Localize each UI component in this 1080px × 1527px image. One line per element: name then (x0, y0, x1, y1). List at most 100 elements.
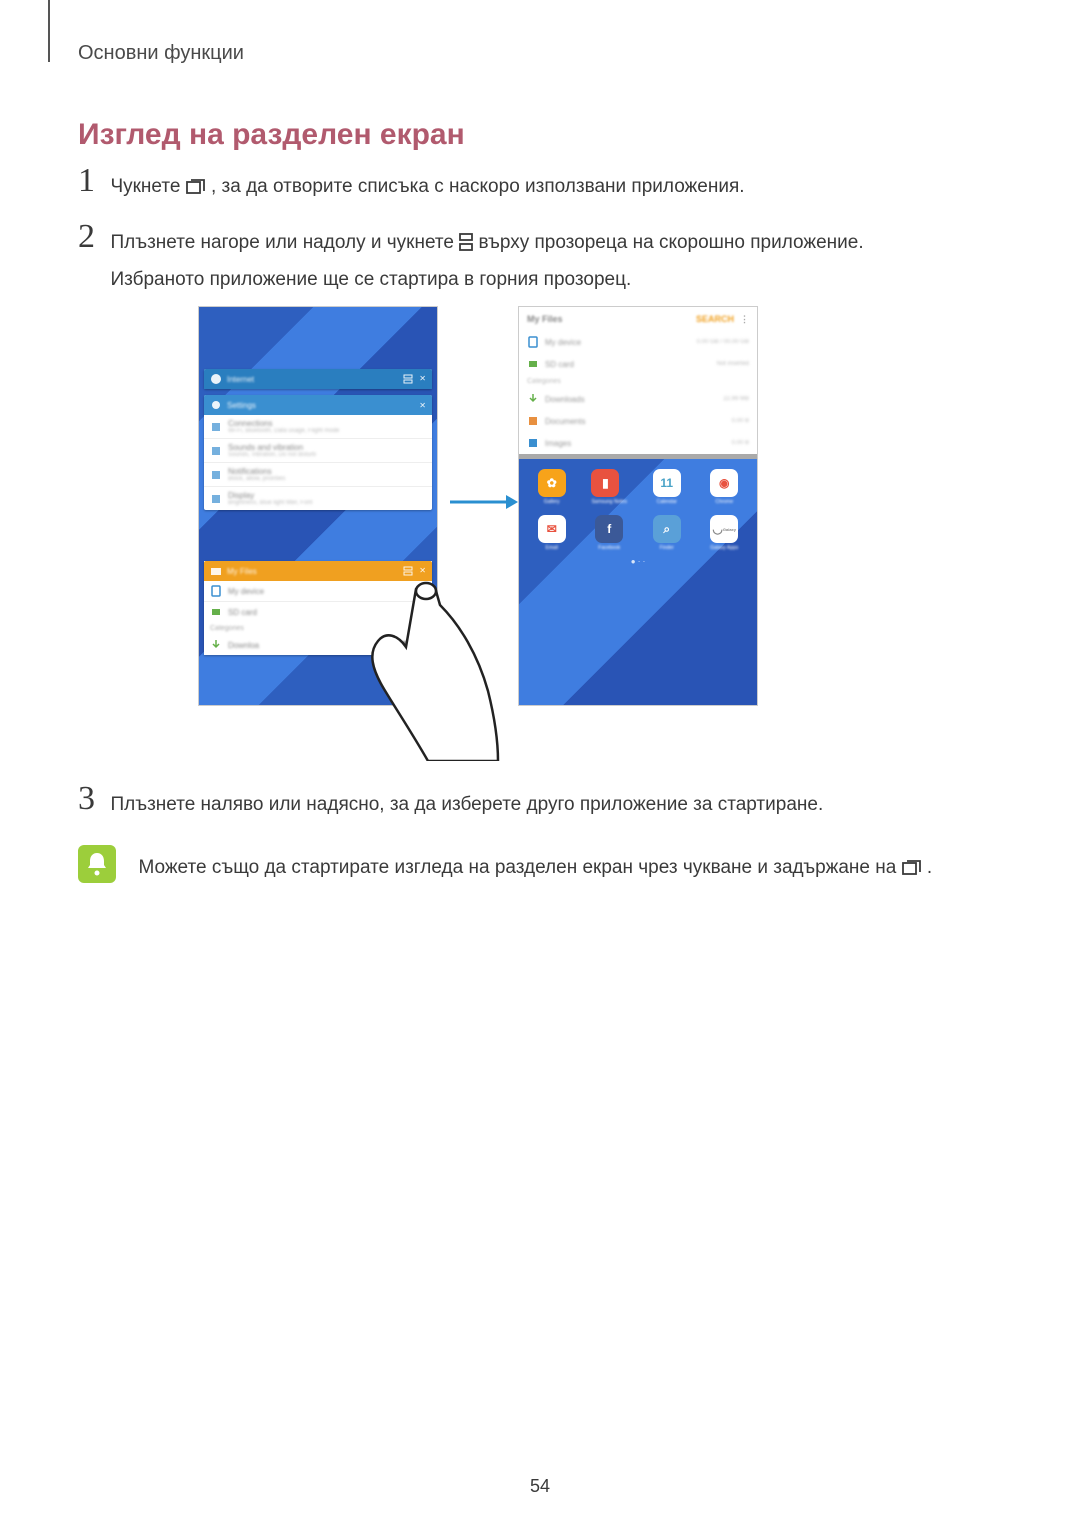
row-label: Downloa (228, 641, 259, 650)
row-title: Sounds and vibration (228, 443, 316, 452)
recent-card-settings: Settings ✕ Connections Wi-Fi, Bluetooth,… (204, 395, 432, 510)
app-title: My Files (527, 314, 563, 324)
note-bell-icon (78, 845, 116, 883)
row-detail: 22.99 MB (723, 396, 749, 402)
app-label: Galaxy Apps (710, 545, 738, 551)
recent-apps-icon (186, 173, 206, 207)
app-icon: fFacebook (595, 515, 623, 551)
storage-icon (527, 336, 539, 348)
app-icon: ◉Chrome (710, 469, 738, 505)
card-header: My Files ✕ (204, 561, 432, 581)
row-label: Images (545, 439, 571, 448)
text: . (927, 857, 932, 878)
text: , за да отворите списъка с наскоро изпол… (211, 176, 745, 197)
split-screen-icon (403, 566, 413, 576)
list-item: Documents 0.00 B (519, 410, 757, 432)
step-body: Плъзнете наляво или надясно, за да избер… (110, 788, 823, 822)
search-label: SEARCH (696, 314, 734, 324)
step-2: 2 Плъзнете нагоре или надолу и чукнете в… (78, 218, 864, 297)
myfiles-header: My Files SEARCH ⋮ (519, 307, 757, 331)
hand-pointer-illustration (358, 581, 518, 761)
step-3: 3 Плъзнете наляво или надясно, за да изб… (78, 780, 823, 822)
list-item: Images0.00 B (519, 432, 757, 454)
row-subtitle: Block, allow, priorities (228, 476, 285, 482)
phone-screenshot-splitview: My Files SEARCH ⋮ My device 0.00 GB / 00.… (518, 306, 758, 706)
settings-row-icon (210, 493, 222, 505)
download-icon (210, 639, 222, 651)
arrow-icon (448, 492, 518, 512)
split-divider (519, 454, 757, 459)
close-icon: ✕ (419, 566, 426, 576)
category-icon (527, 415, 539, 427)
page-title: Изглед на разделен екран (78, 118, 465, 152)
storage-icon (527, 358, 539, 370)
text: Чукнете (110, 176, 185, 197)
page-left-margin (48, 0, 50, 62)
app-label: Chrome (710, 499, 738, 505)
step-1: 1 Чукнете , за да отворите списъка с нас… (78, 162, 745, 207)
chapter-header: Основни функции (78, 42, 244, 65)
card-title: Settings (227, 401, 256, 410)
page-number: 54 (0, 1476, 1080, 1497)
category-icon (527, 393, 539, 405)
card-header: Internet ✕ (204, 369, 432, 389)
row-label: Downloads (545, 395, 585, 404)
list-item: Connections Wi-Fi, Bluetooth, Data usage… (204, 415, 432, 439)
row-label: SD card (545, 360, 574, 369)
settings-row-icon (210, 469, 222, 481)
app-icon: ✉Email (538, 515, 566, 551)
app-icon: ⌕Finder (653, 515, 681, 551)
split-screen-icon (459, 229, 473, 263)
list-item: Sounds and vibration Sounds, Vibration, … (204, 439, 432, 463)
row-label: Documents (545, 417, 585, 426)
category-icon (527, 437, 539, 449)
close-icon: ✕ (419, 401, 426, 410)
figure-split-screen: Internet ✕ Settings ✕ Connections Wi-Fi,… (198, 306, 878, 736)
globe-icon (210, 373, 222, 385)
app-label: Calendar (653, 499, 681, 505)
text: Избраното приложение ще се стартира в го… (110, 269, 631, 290)
card-header: Settings ✕ (204, 395, 432, 415)
split-screen-icon (403, 374, 413, 384)
list-item: Notifications Block, allow, priorities (204, 463, 432, 487)
step-body: Чукнете , за да отворите списъка с наско… (110, 170, 744, 207)
step-number: 1 (78, 162, 106, 200)
list-item: SD card Not inserted (519, 353, 757, 375)
card-title: My Files (227, 567, 257, 576)
storage-icon (210, 606, 222, 618)
note-callout: Можете също да стартирате изгледа на раз… (78, 845, 932, 886)
page-indicator: ● · · (527, 557, 749, 566)
settings-row-icon (210, 421, 222, 433)
list-item: Display Brightness, Blue light filter, F… (204, 487, 432, 510)
row-detail: 0.00 GB / 00.00 GB (697, 339, 749, 345)
more-icon: ⋮ (740, 314, 749, 325)
row-subtitle: Wi-Fi, Bluetooth, Data usage, Flight mod… (228, 428, 339, 434)
row-subtitle: Brightness, Blue light filter, Font (228, 500, 312, 506)
storage-icon (210, 585, 222, 597)
app-icon: ✿Gallery (538, 469, 566, 505)
app-label: Email (538, 545, 566, 551)
row-subtitle: Sounds, Vibration, Do not disturb (228, 452, 316, 458)
app-icon: ▮Samsung Notes (591, 469, 627, 505)
row-title: Connections (228, 419, 339, 428)
recent-apps-icon (902, 856, 922, 886)
home-screen-panel: ✿Gallery ▮Samsung Notes 11Calendar ◉Chrome ✉… (519, 459, 757, 705)
section-label: Categories (519, 375, 757, 388)
row-detail: Not inserted (717, 361, 749, 367)
text: върху прозореца на скорошно приложение. (479, 232, 864, 253)
list-item: My device 0.00 GB / 00.00 GB (519, 331, 757, 353)
recent-card-internet: Internet ✕ (204, 369, 432, 389)
row-label: SD card (228, 608, 257, 617)
row-label: My device (545, 338, 581, 347)
folder-icon (210, 565, 222, 577)
note-body: Можете също да стартирате изгледа на раз… (138, 853, 932, 886)
app-icon: ◡GalaxyGalaxy Apps (710, 515, 738, 551)
settings-row-icon (210, 445, 222, 457)
app-label: Finder (653, 545, 681, 551)
app-label: Samsung Notes (591, 499, 627, 505)
app-icon: 11Calendar (653, 469, 681, 505)
row-title: Display (228, 491, 312, 500)
text: Можете също да стартирате изгледа на раз… (138, 857, 901, 878)
list-item: Downloads 22.99 MB (519, 388, 757, 410)
row-detail: 0.00 B (732, 418, 749, 424)
